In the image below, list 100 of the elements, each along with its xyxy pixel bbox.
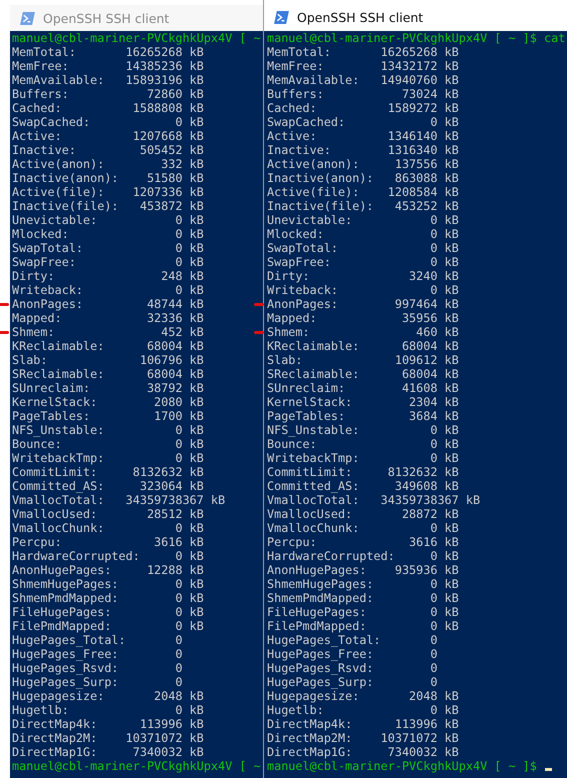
terminal-line: Active: 1207668 kB — [12, 129, 204, 143]
terminal-line: VmallocTotal: 34359738367 kB — [267, 493, 480, 507]
terminal-line: Active(anon): 137556 kB — [267, 157, 459, 171]
terminal-line: SUnreclaim: 38792 kB — [12, 381, 204, 395]
terminal-line: Unevictable: 0 kB — [267, 213, 459, 227]
terminal-line: CommitLimit: 8132632 kB — [267, 465, 459, 479]
terminal-line: Dirty: 248 kB — [12, 269, 204, 283]
terminal-line: SUnreclaim: 41608 kB — [267, 381, 459, 395]
terminal-line: HugePages_Rsvd: 0 — [12, 661, 182, 675]
terminal-line: VmallocUsed: 28512 kB — [12, 507, 204, 521]
terminal-line: NFS_Unstable: 0 kB — [267, 423, 459, 437]
terminal-line: NFS_Unstable: 0 kB — [12, 423, 204, 437]
terminal-line: Active(file): 1208584 kB — [267, 185, 459, 199]
terminal-line: VmallocChunk: 0 kB — [267, 521, 459, 535]
window-title: OpenSSH SSH client — [43, 10, 170, 26]
terminal-line: Bounce: 0 kB — [267, 437, 459, 451]
terminal-line: HardwareCorrupted: 0 kB — [12, 549, 204, 563]
terminal-line: MemAvailable: 14940760 kB — [267, 73, 459, 87]
terminal-line: MemFree: 14385236 kB — [12, 59, 204, 73]
terminal-line: AnonHugePages: 12288 kB — [12, 563, 204, 577]
terminal-line: Inactive: 505452 kB — [12, 143, 204, 157]
terminal-line: ShmemHugePages: 0 kB — [12, 577, 204, 591]
window-title: OpenSSH SSH client — [297, 10, 424, 24]
terminal-line: Inactive(file): 453872 kB — [12, 199, 204, 213]
terminal-line: AnonPages: 48744 kB — [12, 297, 204, 311]
terminal-line: Active: 1346140 kB — [267, 129, 459, 143]
terminal-line: MemTotal: 16265268 kB — [12, 45, 204, 59]
terminal-line: Shmem: 460 kB — [267, 325, 459, 339]
terminal-line: SwapFree: 0 kB — [267, 255, 459, 269]
terminal-line: HugePages_Surp: 0 — [12, 675, 182, 689]
terminal-line: ShmemHugePages: 0 kB — [267, 577, 459, 591]
terminal-line: DirectMap1G: 7340032 kB — [12, 745, 204, 759]
terminal-line: Buffers: 73024 kB — [267, 87, 459, 101]
terminal-line: Writeback: 0 kB — [12, 283, 204, 297]
terminal-line: Slab: 109612 kB — [267, 353, 459, 367]
terminal-line: FileHugePages: 0 kB — [267, 605, 459, 619]
terminal-line: SwapFree: 0 kB — [12, 255, 204, 269]
terminal-line: Inactive: 1316340 kB — [267, 143, 459, 157]
terminal-line: Inactive(file): 453252 kB — [267, 199, 459, 213]
terminal-line: MemTotal: 16265268 kB — [267, 45, 459, 59]
terminal-line: Inactive(anon): 863088 kB — [267, 171, 459, 185]
terminal-line: Percpu: 3616 kB — [267, 535, 459, 549]
terminal-line: HugePages_Total: 0 — [12, 633, 182, 647]
terminal-icon — [20, 12, 35, 24]
terminal-line: KReclaimable: 68004 kB — [267, 339, 459, 353]
terminal-line: Inactive(anon): 51580 kB — [12, 171, 204, 185]
terminal-line: Hugetlb: 0 kB — [12, 703, 204, 717]
terminal-line: Mapped: 32336 kB — [12, 311, 204, 325]
terminal-line: AnonPages: 997464 kB — [267, 297, 459, 311]
terminal-line: Active(anon): 332 kB — [12, 157, 204, 171]
terminal-line: SwapTotal: 0 kB — [267, 241, 459, 255]
terminal-line: Percpu: 3616 kB — [12, 535, 204, 549]
prompt-line: manuel@cbl-mariner-PVCkghkUpx4V [ ~ — [12, 31, 261, 45]
terminal-line: SwapTotal: 0 kB — [12, 241, 204, 255]
terminal-line: Cached: 1588808 kB — [12, 101, 204, 115]
terminal-line: AnonHugePages: 935936 kB — [267, 563, 459, 577]
terminal-line: VmallocChunk: 0 kB — [12, 521, 204, 535]
terminal-line: PageTables: 3684 kB — [267, 409, 459, 423]
terminal-line: Hugepagesize: 2048 kB — [267, 689, 459, 703]
terminal-line: Cached: 1589272 kB — [267, 101, 459, 115]
terminal-line: Mlocked: 0 kB — [267, 227, 459, 241]
terminal-line: FileHugePages: 0 kB — [12, 605, 204, 619]
terminal-line: KernelStack: 2080 kB — [12, 395, 204, 409]
terminal-icon — [274, 10, 289, 24]
terminal-line: Hugepagesize: 2048 kB — [12, 689, 204, 703]
terminal-line: HugePages_Free: 0 — [267, 647, 438, 661]
terminal-line: MemAvailable: 15893196 kB — [12, 73, 204, 87]
terminal-line: SReclaimable: 68004 kB — [12, 367, 204, 381]
terminal-line: Buffers: 72860 kB — [12, 87, 204, 101]
terminal-line: HugePages_Surp: 0 — [267, 675, 438, 689]
terminal-line: DirectMap2M: 10371072 kB — [267, 731, 459, 745]
terminal-line: DirectMap4k: 113996 kB — [12, 717, 204, 731]
terminal-line: HugePages_Free: 0 — [12, 647, 182, 661]
terminal-line: Slab: 106796 kB — [12, 353, 204, 367]
terminal-line: PageTables: 1700 kB — [12, 409, 204, 423]
terminal-line: Writeback: 0 kB — [267, 283, 459, 297]
terminal-line: Unevictable: 0 kB — [12, 213, 204, 227]
terminal-line: DirectMap2M: 10371072 kB — [12, 731, 204, 745]
terminal-line: FilePmdMapped: 0 kB — [267, 619, 459, 633]
terminal-line: ShmemPmdMapped: 0 kB — [267, 591, 459, 605]
terminal-line: KernelStack: 2304 kB — [267, 395, 459, 409]
terminal-line: Active(file): 1207336 kB — [12, 185, 204, 199]
terminal-line: SwapCached: 0 kB — [12, 115, 204, 129]
terminal-line: Committed_AS: 323064 kB — [12, 479, 204, 493]
terminal-line: Hugetlb: 0 kB — [267, 703, 459, 717]
terminal-line: Committed_AS: 349608 kB — [267, 479, 459, 493]
terminal-line: WritebackTmp: 0 kB — [267, 451, 459, 465]
prompt-line: manuel@cbl-mariner-PVCkghkUpx4V [ ~ — [12, 759, 261, 773]
terminal-line: Mapped: 35956 kB — [267, 311, 459, 325]
terminal-line: Bounce: 0 kB — [12, 437, 204, 451]
terminal-line: HugePages_Total: 0 — [267, 633, 438, 647]
terminal-line: KReclaimable: 68004 kB — [12, 339, 204, 353]
terminal-line: SwapCached: 0 kB — [267, 115, 459, 129]
terminal-line: Dirty: 3240 kB — [267, 269, 459, 283]
prompt-line: manuel@cbl-mariner-PVCkghkUpx4V [ ~ ]$ cat — [267, 31, 566, 45]
prompt-line: manuel@cbl-mariner-PVCkghkUpx4V [ ~ ]$ — [267, 759, 552, 773]
terminal-line: HardwareCorrupted: 0 kB — [267, 549, 459, 563]
terminal-line: VmallocUsed: 28872 kB — [267, 507, 459, 521]
terminal-line: VmallocTotal: 34359738367 kB — [12, 493, 226, 507]
terminal-line: CommitLimit: 8132632 kB — [12, 465, 204, 479]
